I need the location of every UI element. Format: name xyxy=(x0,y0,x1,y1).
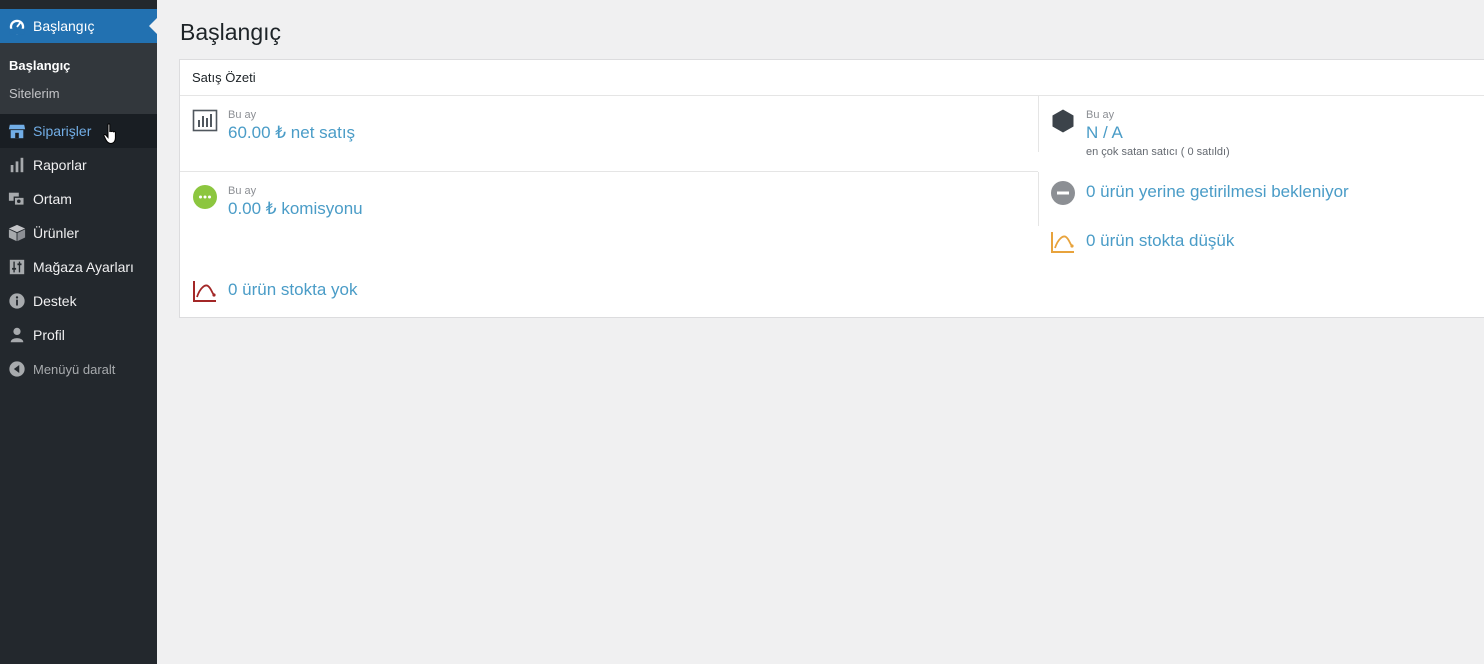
out-of-stock-chart-icon xyxy=(192,278,218,304)
admin-sidebar: Başlangıç Başlangıç Sitelerim Siparişler… xyxy=(0,0,157,664)
out-of-stock-link[interactable]: 0 ürün stokta yok xyxy=(228,279,357,301)
submenu-item-my-sites[interactable]: Sitelerim xyxy=(9,86,60,101)
sidebar-item-orders[interactable]: Siparişler xyxy=(0,114,157,148)
sidebar-item-reports[interactable]: Raporlar xyxy=(0,148,157,182)
commission-link[interactable]: 0.00 ₺ komisyonu xyxy=(228,198,363,220)
sidebar-item-media[interactable]: Ortam xyxy=(0,182,157,216)
top-seller-caption: en çok satan satıcı ( 0 satıldı) xyxy=(1086,146,1230,158)
hand-pointer-cursor-icon xyxy=(103,123,116,145)
sidebar-item-products[interactable]: Ürünler xyxy=(0,216,157,250)
column-divider xyxy=(1038,172,1039,226)
bar-chart-icon xyxy=(7,155,27,175)
row-divider xyxy=(180,171,1038,172)
top-seller-period: Bu ay xyxy=(1086,109,1115,121)
low-stock-chart-icon xyxy=(1050,229,1076,255)
dashboard-icon xyxy=(7,16,27,36)
sidebar-item-label: Ürünler xyxy=(33,225,79,241)
hexagon-icon xyxy=(1050,108,1076,134)
awaiting-stat: 0 ürün yerine getirilmesi bekleniyor xyxy=(1050,180,1349,206)
sidebar-item-label: Mağaza Ayarları xyxy=(33,259,134,275)
sidebar-item-store-settings[interactable]: Mağaza Ayarları xyxy=(0,250,157,284)
top-seller-link[interactable]: N / A xyxy=(1086,122,1230,144)
panel-title: Satış Özeti xyxy=(180,60,1484,96)
low-stock-link[interactable]: 0 ürün stokta düşük xyxy=(1086,230,1234,252)
sidebar-item-label: Ortam xyxy=(33,191,72,207)
net-sales-link[interactable]: 60.00 ₺ net satış xyxy=(228,122,355,144)
info-icon xyxy=(7,291,27,311)
sidebar-item-label: Destek xyxy=(33,293,77,309)
net-sales-period: Bu ay xyxy=(228,109,257,121)
submenu-item-dashboard[interactable]: Başlangıç xyxy=(9,58,70,73)
dashboard-submenu: Başlangıç Sitelerim xyxy=(0,43,157,114)
net-sales-stat: Bu ay 60.00 ₺ net satış xyxy=(192,108,355,144)
box-icon xyxy=(7,223,27,243)
commission-period: Bu ay xyxy=(228,185,257,197)
store-icon xyxy=(7,121,27,141)
out-of-stock-stat: 0 ürün stokta yok xyxy=(192,278,357,304)
sidebar-item-label: Raporlar xyxy=(33,157,87,173)
page-title: Başlangıç xyxy=(180,19,282,45)
sidebar-item-label: Siparişler xyxy=(33,123,92,139)
chart-icon xyxy=(192,108,218,134)
column-divider xyxy=(1038,96,1039,152)
sidebar-item-support[interactable]: Destek xyxy=(0,284,157,318)
menu-dashboard-label: Başlangıç xyxy=(33,18,95,34)
minus-circle-icon xyxy=(1050,180,1076,206)
collapse-menu-button[interactable]: Menüyü daralt xyxy=(0,352,157,386)
menu-dashboard[interactable]: Başlangıç xyxy=(0,9,157,43)
sidebar-item-profile[interactable]: Profil xyxy=(0,318,157,352)
commission-stat: Bu ay 0.00 ₺ komisyonu xyxy=(192,184,363,220)
collapse-menu-label: Menüyü daralt xyxy=(33,361,116,377)
collapse-arrow-icon xyxy=(7,359,27,379)
media-icon xyxy=(7,189,27,209)
sales-summary-panel: Satış Özeti Bu ay 60.00 ₺ net satış Bu a… xyxy=(179,59,1484,318)
awaiting-link[interactable]: 0 ürün yerine getirilmesi bekleniyor xyxy=(1086,181,1349,203)
low-stock-stat: 0 ürün stokta düşük xyxy=(1050,229,1234,255)
settings-sliders-icon xyxy=(7,257,27,277)
top-seller-stat: Bu ay N / A en çok satan satıcı ( 0 satı… xyxy=(1050,108,1230,160)
commission-dots-icon xyxy=(192,184,218,210)
sidebar-item-label: Profil xyxy=(33,327,65,343)
user-icon xyxy=(7,325,27,345)
current-menu-arrow xyxy=(149,18,157,34)
